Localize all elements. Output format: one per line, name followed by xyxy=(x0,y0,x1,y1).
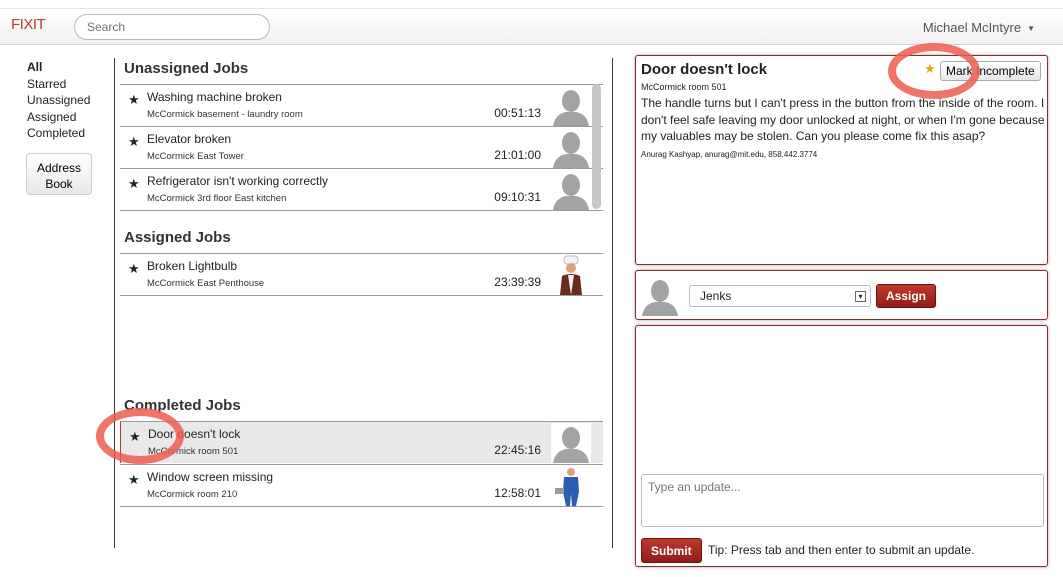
filter-completed[interactable]: Completed xyxy=(27,125,90,142)
avatar-placeholder-icon xyxy=(640,275,680,317)
highlight-ring-mark-incomplete xyxy=(888,43,980,99)
worker-select[interactable]: Jenks ▾ xyxy=(689,285,871,307)
job-title: Refrigerator isn't working correctly xyxy=(147,174,329,188)
filter-unassigned[interactable]: Unassigned xyxy=(27,92,90,109)
update-input[interactable] xyxy=(641,474,1044,527)
job-time: 09:10:31 xyxy=(494,190,541,204)
updates-panel: Submit Tip: Press tab and then enter to … xyxy=(635,325,1048,567)
avatar-placeholder-icon xyxy=(551,86,591,126)
star-icon[interactable]: ★ xyxy=(128,176,140,192)
detail-contact: Anurag Kashyap, anurag@mit.edu, 858.442.… xyxy=(641,150,818,159)
job-row[interactable]: ★ Refrigerator isn't working correctly M… xyxy=(120,168,603,210)
job-detail-panel: Door doesn't lock ★ Mark Incomplete McCo… xyxy=(635,55,1048,265)
job-time: 22:45:16 xyxy=(494,443,541,457)
detail-location: McCormick room 501 xyxy=(641,82,727,92)
search-input[interactable] xyxy=(74,14,270,40)
job-row[interactable]: ★ Window screen missing McCormick room 2… xyxy=(120,464,603,506)
job-row[interactable]: ★ Washing machine broken McCormick basem… xyxy=(120,84,603,126)
job-title: Washing machine broken xyxy=(147,90,282,104)
worker-select-value: Jenks xyxy=(700,289,732,303)
job-location: McCormick East Tower xyxy=(147,151,244,162)
scrollbar[interactable] xyxy=(592,84,601,209)
list-divider xyxy=(120,506,603,507)
job-time: 12:58:01 xyxy=(494,486,541,500)
star-icon[interactable]: ★ xyxy=(128,472,140,488)
left-divider xyxy=(114,58,115,548)
worker-chef-avatar-icon xyxy=(560,255,582,295)
user-menu[interactable]: Michael McIntyre ▼ xyxy=(923,20,1035,35)
assigned-jobs-heading: Assigned Jobs xyxy=(124,229,231,246)
right-divider xyxy=(612,58,613,548)
detail-title: Door doesn't lock xyxy=(641,61,768,78)
job-filter-list: All Starred Unassigned Assigned Complete… xyxy=(27,59,90,142)
job-location: McCormick 3rd floor East kitchen xyxy=(147,193,287,204)
job-row[interactable]: ★ Elevator broken McCormick East Tower 2… xyxy=(120,126,603,168)
address-book-label-line2: Book xyxy=(45,177,73,191)
job-title: Broken Lightbulb xyxy=(147,259,238,273)
job-location: McCormick basement - laundry room xyxy=(147,109,303,120)
star-icon[interactable]: ★ xyxy=(128,92,140,108)
assign-panel: Jenks ▾ Assign xyxy=(635,270,1048,320)
address-book-label-line1: Address xyxy=(36,161,82,175)
filter-assigned[interactable]: Assigned xyxy=(27,109,90,126)
star-icon[interactable]: ★ xyxy=(128,134,140,150)
detail-description: The handle turns but I can't press in th… xyxy=(641,96,1045,143)
avatar-placeholder-icon xyxy=(551,128,591,168)
job-title: Window screen missing xyxy=(147,470,274,484)
job-time: 21:01:00 xyxy=(494,148,541,162)
submit-button[interactable]: Submit xyxy=(641,538,702,563)
job-location: McCormick East Penthouse xyxy=(147,278,265,289)
unassigned-jobs-heading: Unassigned Jobs xyxy=(124,60,249,77)
assign-button[interactable]: Assign xyxy=(876,284,937,308)
highlight-ring-selected-job xyxy=(96,408,184,464)
list-divider xyxy=(120,295,603,296)
star-icon[interactable]: ★ xyxy=(128,261,140,277)
filter-starred[interactable]: Starred xyxy=(27,76,90,93)
job-row-selected[interactable]: ★ Door doesn't lock McCormick room 501 2… xyxy=(120,421,603,463)
top-navbar: FIXIT Michael McIntyre ▼ xyxy=(0,8,1063,45)
job-location: McCormick room 210 xyxy=(147,489,238,500)
worker-repairman-avatar-icon xyxy=(555,468,579,506)
filter-all[interactable]: All xyxy=(27,59,90,76)
avatar-placeholder-icon xyxy=(551,423,591,463)
job-time: 00:51:13 xyxy=(494,106,541,120)
caret-down-icon: ▼ xyxy=(1027,24,1035,34)
address-book-button[interactable]: Address Book xyxy=(26,153,92,195)
job-title: Elevator broken xyxy=(147,132,232,146)
brand-logo[interactable]: FIXIT xyxy=(11,16,46,33)
dropdown-arrow-icon: ▾ xyxy=(855,291,866,302)
avatar-placeholder-icon xyxy=(551,170,591,210)
submit-tip: Tip: Press tab and then enter to submit … xyxy=(708,543,975,557)
list-divider xyxy=(120,210,603,211)
job-time: 23:39:39 xyxy=(494,275,541,289)
job-row[interactable]: ★ Broken Lightbulb McCormick East Pentho… xyxy=(120,253,603,295)
user-name: Michael McIntyre xyxy=(922,20,1022,35)
